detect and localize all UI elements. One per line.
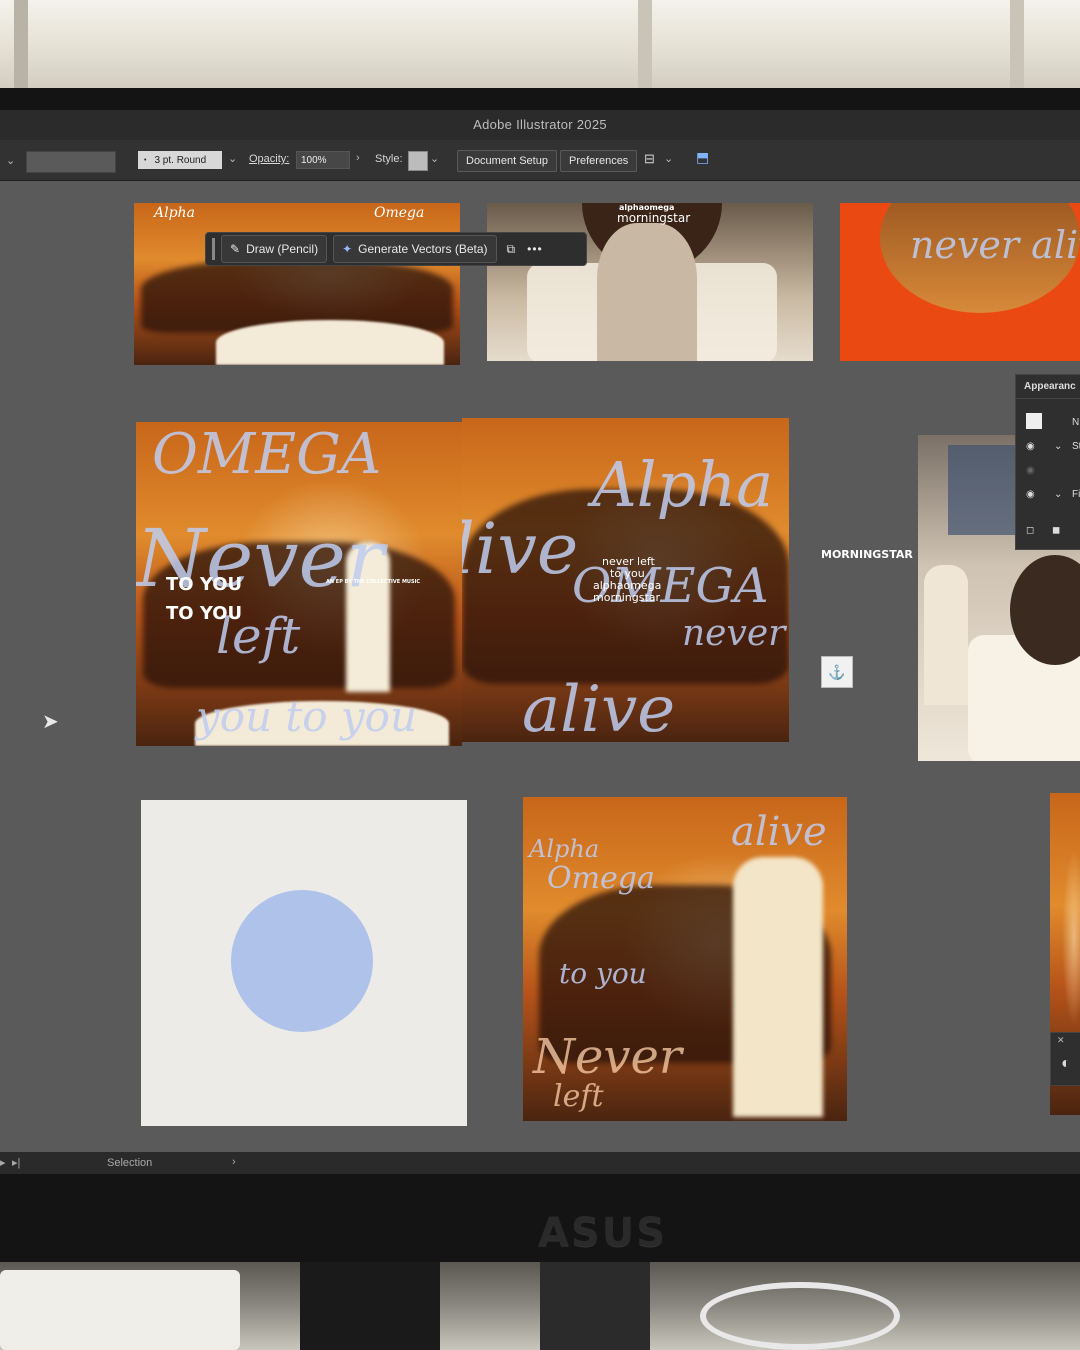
pin-icon[interactable]: ⧉ <box>507 242 516 257</box>
appearance-panel-title: Appearanc <box>1016 375 1080 399</box>
floating-mini-panel: ✕ ◐ <box>1050 1032 1080 1086</box>
title-to-you-2: TO YOU <box>166 603 243 624</box>
scribble-alpha: Alpha <box>592 448 774 521</box>
artboard-top-middle[interactable]: alphaomega morningstar <box>487 203 813 361</box>
stroke-color-swatch[interactable] <box>26 151 116 173</box>
scribble-left: left <box>553 1079 604 1114</box>
graphic-style-swatch[interactable] <box>408 151 428 171</box>
canvas[interactable]: Alpha Omega alphaomega morningstar never… <box>0 181 1080 1152</box>
close-icon[interactable]: ✕ <box>1057 1035 1065 1046</box>
opacity-value: 100% <box>301 154 327 166</box>
monitor-stand <box>540 1262 650 1350</box>
scribble-omega: Omega <box>547 861 655 896</box>
stroke-profile-select[interactable]: • 3 pt. Round <box>138 151 222 169</box>
chevron-right-icon[interactable]: › <box>356 152 360 164</box>
document-setup-label: Document Setup <box>466 155 548 167</box>
app-title: Adobe Illustrator 2025 <box>473 117 607 132</box>
scribble-alive: Alive <box>462 508 579 590</box>
chevron-down-icon[interactable]: ⌄ <box>6 154 15 167</box>
more-options-icon[interactable]: ••• <box>527 242 543 256</box>
new-fill-icon[interactable]: ◼ <box>1052 525 1060 536</box>
document-setup-button[interactable]: Document Setup <box>457 150 557 172</box>
scribble-alpha: Alpha <box>529 835 600 863</box>
person-white <box>733 857 823 1117</box>
eye-icon[interactable]: ◉ <box>1026 489 1035 500</box>
chevron-right-icon[interactable]: › <box>232 1156 236 1168</box>
arrange-icon[interactable]: ⊟ <box>644 151 655 167</box>
preferences-label: Preferences <box>569 155 629 167</box>
opacity-input[interactable]: 100% <box>296 151 350 169</box>
draw-pencil-label: Draw (Pencil) <box>246 242 319 256</box>
scribble-omega: OMEGA <box>152 422 382 487</box>
stack-line-4: morningstar <box>593 591 661 604</box>
appearance-row-3: Fi <box>1072 489 1080 500</box>
appearance-row-2: St <box>1072 441 1080 452</box>
current-tool-label: Selection <box>107 1157 153 1169</box>
chevron-down-icon[interactable]: ⌄ <box>1054 489 1062 500</box>
scribble-text: never alive left <box>910 223 1080 267</box>
artboard-bottom-right[interactable]: Alpha Omega alive to you Never left <box>523 797 847 1121</box>
desk-object <box>300 1262 440 1350</box>
blue-circle <box>231 890 373 1032</box>
script-alpha: Alpha <box>154 205 195 221</box>
scribble-alive-bottom: alive <box>522 673 676 742</box>
arrow-cursor-icon: ➤ <box>42 711 59 733</box>
monitor-brand-logo: ASUS <box>538 1210 668 1256</box>
pencil-icon: ✎ <box>230 242 241 256</box>
scribble-never: Never <box>533 1029 682 1085</box>
scribble-bottom: you to you <box>196 692 417 741</box>
desk <box>0 1262 1080 1350</box>
scribble-alive: alive <box>731 809 827 855</box>
draw-pencil-button[interactable]: ✎ Draw (Pencil) <box>221 235 328 263</box>
share-icon[interactable]: ⬒ <box>696 149 709 166</box>
artboard-mid-center[interactable]: Alpha Alive OMEGA never alive never left… <box>462 418 789 742</box>
window-frame <box>638 0 652 92</box>
chevron-down-icon[interactable]: ⌄ <box>1054 441 1062 452</box>
scribble-to-you: to you <box>559 957 647 990</box>
morningstar-text-object[interactable]: MORNINGSTAR <box>821 548 913 561</box>
window-frame <box>1010 0 1024 92</box>
drag-handle[interactable] <box>212 238 215 260</box>
status-bar: ▸ ▸| Selection › <box>0 1152 1080 1174</box>
title-to-you-1: TO YOU <box>166 574 243 595</box>
style-label: Style: <box>375 153 403 165</box>
chevron-down-icon[interactable]: ⌄ <box>430 152 439 165</box>
chevron-down-icon[interactable]: ⌄ <box>664 152 673 165</box>
app-titlebar: Adobe Illustrator 2025 <box>0 110 1080 140</box>
dot-icon: • <box>144 156 147 164</box>
artboard-top-right[interactable]: never alive left <box>840 203 1080 361</box>
new-stroke-icon[interactable]: ◻ <box>1026 525 1034 536</box>
contextual-task-bar: ✎ Draw (Pencil) ✦ Generate Vectors (Beta… <box>205 232 587 266</box>
desk-object <box>0 1270 240 1350</box>
appearance-panel: Appearanc N ◉ ⌄ St ◉ ◉ ⌄ Fi ◻ ◼ <box>1015 374 1080 550</box>
generate-vectors-button[interactable]: ✦ Generate Vectors (Beta) <box>333 235 497 263</box>
ep-credit-line: AN EP BY THE COLLECTIVE MUSIC <box>326 579 421 585</box>
artboard-mid-left[interactable]: OMEGA Never left TO YOU TO YOU AN EP BY … <box>136 422 462 746</box>
scribble-never: never <box>682 613 786 654</box>
script-omega: Omega <box>374 205 425 221</box>
last-artboard-icon[interactable]: ▸| <box>12 1156 20 1169</box>
object-thumbnail <box>1026 413 1042 429</box>
preferences-button[interactable]: Preferences <box>560 150 638 172</box>
eye-icon[interactable]: ◉ <box>1026 465 1035 476</box>
generate-vectors-label: Generate Vectors (Beta) <box>358 242 488 256</box>
artboard-bottom-left[interactable] <box>141 800 467 1126</box>
cable-coil <box>700 1282 900 1350</box>
eye-icon[interactable]: ◉ <box>1026 441 1035 452</box>
artboard-top-left[interactable]: Alpha Omega <box>134 203 460 365</box>
rotate-icon[interactable]: ◐ <box>1061 1055 1071 1073</box>
sparkle-icon: ✦ <box>342 242 353 256</box>
appearance-row-1: N <box>1072 417 1080 428</box>
chevron-down-icon[interactable]: ⌄ <box>228 152 237 165</box>
anchor-icon[interactable]: ⚓ <box>821 656 853 688</box>
play-icon[interactable]: ▸ <box>0 1156 6 1169</box>
stroke-weight-label: 3 pt. Round <box>154 154 207 166</box>
control-bar: ⌄ • 3 pt. Round ⌄ Opacity: 100% › Style:… <box>0 140 1080 181</box>
person-shape <box>924 565 968 705</box>
top-middle-text-2: morningstar <box>617 211 691 225</box>
opacity-label[interactable]: Opacity: <box>249 153 289 165</box>
window-frame <box>14 0 28 92</box>
person-shape <box>597 223 697 361</box>
